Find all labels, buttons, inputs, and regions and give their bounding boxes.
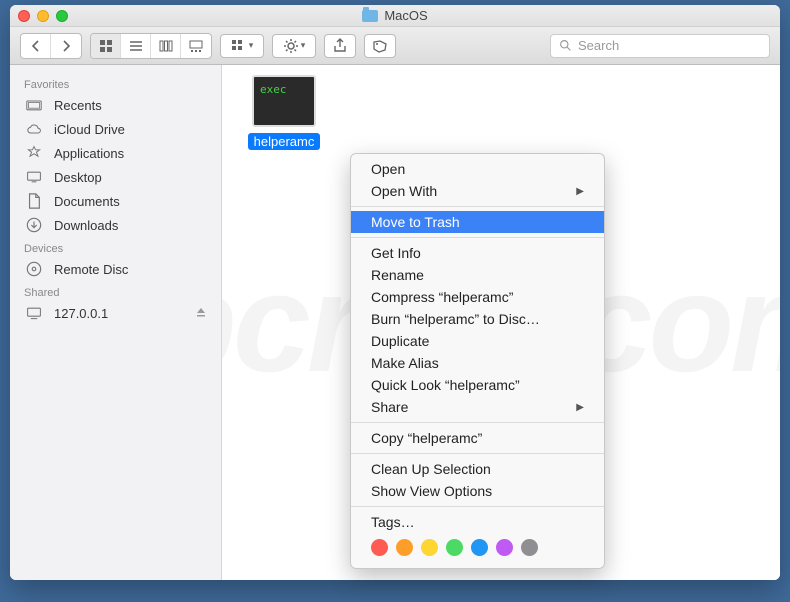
- list-view-button[interactable]: [121, 34, 151, 58]
- menu-separator: [351, 506, 604, 507]
- sidebar-item-label: Downloads: [54, 218, 118, 233]
- tag-yellow[interactable]: [421, 539, 438, 556]
- tag-blue[interactable]: [471, 539, 488, 556]
- forward-button[interactable]: [51, 34, 81, 58]
- tags-button[interactable]: [364, 34, 396, 58]
- sidebar-item-desktop[interactable]: Desktop: [10, 165, 221, 189]
- view-switcher: [90, 33, 212, 59]
- chevron-right-icon: ▶: [576, 186, 584, 197]
- folder-icon: [362, 10, 378, 22]
- menu-item-share[interactable]: Share▶: [351, 396, 604, 418]
- minimize-icon[interactable]: [37, 10, 49, 22]
- file-item[interactable]: exec helperamc: [240, 75, 328, 151]
- tag-gray[interactable]: [521, 539, 538, 556]
- menu-item-make-alias[interactable]: Make Alias: [351, 352, 604, 374]
- search-icon: [559, 39, 572, 52]
- menu-item-view-options[interactable]: Show View Options: [351, 480, 604, 502]
- sidebar-header-shared: Shared: [10, 281, 221, 301]
- zoom-icon[interactable]: [56, 10, 68, 22]
- sidebar-header-devices: Devices: [10, 237, 221, 257]
- window-title: MacOS: [362, 8, 427, 23]
- sidebar-item-label: Recents: [54, 98, 102, 113]
- tag-orange[interactable]: [396, 539, 413, 556]
- traffic-lights: [18, 10, 68, 22]
- context-menu: Open Open With▶ Move to Trash Get Info R…: [350, 153, 605, 569]
- menu-item-copy[interactable]: Copy “helperamc”: [351, 427, 604, 449]
- action-button[interactable]: ▾: [272, 34, 316, 58]
- column-view-button[interactable]: [151, 34, 181, 58]
- menu-item-move-to-trash[interactable]: Move to Trash: [351, 211, 604, 233]
- back-button[interactable]: [21, 34, 51, 58]
- title-text: MacOS: [384, 8, 427, 23]
- menu-separator: [351, 453, 604, 454]
- desktop-icon: [24, 168, 44, 186]
- chevron-right-icon: ▶: [576, 402, 584, 413]
- menu-item-open[interactable]: Open: [351, 158, 604, 180]
- arrange-button[interactable]: ▾: [220, 34, 264, 58]
- documents-icon: [24, 192, 44, 210]
- toolbar: ▾ ▾ Search: [10, 27, 780, 65]
- sidebar-item-icloud[interactable]: iCloud Drive: [10, 117, 221, 141]
- downloads-icon: [24, 216, 44, 234]
- menu-separator: [351, 422, 604, 423]
- tag-red[interactable]: [371, 539, 388, 556]
- file-name: helperamc: [248, 133, 321, 150]
- menu-item-get-info[interactable]: Get Info: [351, 242, 604, 264]
- gallery-view-button[interactable]: [181, 34, 211, 58]
- cloud-icon: [24, 120, 44, 138]
- sidebar-item-label: Documents: [54, 194, 120, 209]
- share-button[interactable]: [324, 34, 356, 58]
- sidebar: Favorites Recents iCloud Drive Applicati…: [10, 65, 222, 580]
- search-input[interactable]: Search: [550, 34, 770, 58]
- menu-item-compress[interactable]: Compress “helperamc”: [351, 286, 604, 308]
- tag-color-row: [351, 533, 604, 564]
- sidebar-item-downloads[interactable]: Downloads: [10, 213, 221, 237]
- recents-icon: [24, 96, 44, 114]
- sidebar-item-remote-disc[interactable]: Remote Disc: [10, 257, 221, 281]
- menu-item-open-with[interactable]: Open With▶: [351, 180, 604, 202]
- menu-separator: [351, 206, 604, 207]
- menu-item-burn[interactable]: Burn “helperamc” to Disc…: [351, 308, 604, 330]
- menu-item-quick-look[interactable]: Quick Look “helperamc”: [351, 374, 604, 396]
- sidebar-item-label: Remote Disc: [54, 262, 128, 277]
- nav-buttons: [20, 33, 82, 59]
- sidebar-item-label: 127.0.0.1: [54, 306, 108, 321]
- sidebar-item-shared-host[interactable]: 127.0.0.1: [10, 301, 221, 325]
- search-placeholder: Search: [578, 38, 619, 53]
- sidebar-item-label: Desktop: [54, 170, 102, 185]
- titlebar: MacOS: [10, 5, 780, 27]
- applications-icon: [24, 144, 44, 162]
- menu-separator: [351, 237, 604, 238]
- sidebar-item-label: iCloud Drive: [54, 122, 125, 137]
- menu-item-clean-up[interactable]: Clean Up Selection: [351, 458, 604, 480]
- icon-view-button[interactable]: [91, 34, 121, 58]
- menu-item-tags[interactable]: Tags…: [351, 511, 604, 533]
- sidebar-item-recents[interactable]: Recents: [10, 93, 221, 117]
- eject-icon[interactable]: [195, 306, 207, 321]
- disc-icon: [24, 260, 44, 278]
- sidebar-header-favorites: Favorites: [10, 73, 221, 93]
- menu-item-duplicate[interactable]: Duplicate: [351, 330, 604, 352]
- menu-item-rename[interactable]: Rename: [351, 264, 604, 286]
- tag-purple[interactable]: [496, 539, 513, 556]
- display-icon: [24, 304, 44, 322]
- tag-green[interactable]: [446, 539, 463, 556]
- exec-file-icon: exec: [252, 75, 316, 127]
- sidebar-item-label: Applications: [54, 146, 124, 161]
- close-icon[interactable]: [18, 10, 30, 22]
- sidebar-item-applications[interactable]: Applications: [10, 141, 221, 165]
- sidebar-item-documents[interactable]: Documents: [10, 189, 221, 213]
